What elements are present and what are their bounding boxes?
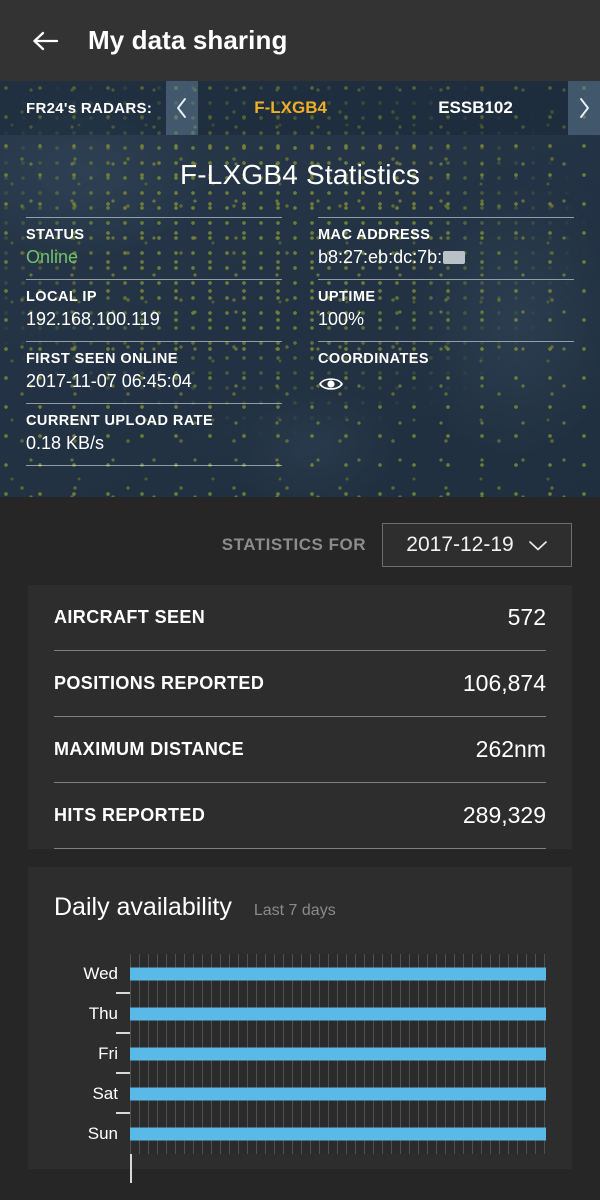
chart-y-tick-label: Sun [87,1124,118,1143]
availability-bar [130,1047,546,1061]
chart-row-sun: Sun [54,1112,546,1154]
chart-plot-area [130,954,546,994]
info-item-coordinates: COORDINATES [318,341,574,407]
info-value-status: Online [26,247,79,267]
stat-label: POSITIONS REPORTED [54,673,265,693]
chart-row-sat: Sat [54,1072,546,1114]
info-key: UPTIME [318,289,376,305]
info-key: FIRST SEEN ONLINE [26,351,178,367]
eye-icon [319,377,343,390]
coordinates-reveal-button[interactable] [318,371,574,396]
arrow-left-icon [33,31,59,50]
page-title: My data sharing [88,25,288,55]
statistics-for-row: STATISTICS FOR 2017-12-19 [0,497,600,567]
back-button[interactable] [24,19,68,63]
chart-plot-area [130,1074,546,1114]
table-row: MAXIMUM DISTANCE 262nm [54,717,546,783]
chart-row-fri: Fri [54,1032,546,1074]
radar-statistics-title: F-LXGB4 Statistics [179,159,421,190]
chart-axis-tick [116,1112,130,1114]
availability-bar [130,1007,546,1021]
radar-tab-next[interactable]: ESSB102 [383,81,568,135]
radar-info-column-right: MAC ADDRESS b8:27:eb:dc:7b: UPTIME 100% … [318,217,574,470]
info-key: LOCAL IP [26,289,98,305]
chart-rows: Wed Thu Fri Sat Sun [54,954,546,1169]
chart-y-tick-label: Wed [83,964,118,983]
radar-hero-section: FR24's RADARS: F-LXGB4 ESSB102 F-LXGB4 S… [0,81,600,497]
app-screen: My data sharing FR24's RADARS: F-LXGB4 E… [0,0,600,1200]
stat-label: MAXIMUM DISTANCE [54,739,245,759]
chevron-down-icon [528,540,547,550]
chart-axis-tick [116,1072,130,1074]
info-item-mac-address: MAC ADDRESS b8:27:eb:dc:7b: [318,217,574,279]
table-row: POSITIONS REPORTED 106,874 [54,651,546,717]
radar-info-column-left: STATUS Online LOCAL IP 192.168.100.119 F… [26,217,282,470]
availability-bar [130,967,546,981]
info-item-current-upload-rate: CURRENT UPLOAD RATE 0.18 KB/s [26,403,282,466]
chart-plot-area [130,1114,546,1154]
info-value-first-seen-online: 2017-11-07 06:45:04 [26,371,192,391]
stat-label: AIRCRAFT SEEN [54,607,206,627]
availability-bar [130,1127,546,1141]
mac-address-text: b8:27:eb:dc:7b: [318,247,443,267]
mac-address-redaction [443,251,466,264]
info-value-mac-address: b8:27:eb:dc:7b: [318,247,574,268]
next-radar-button[interactable] [568,81,600,135]
chart-row-wed: Wed [54,954,546,994]
chart-y-tick-label: Thu [88,1004,118,1023]
chevron-left-icon [177,98,187,118]
info-value-uptime: 100% [318,309,365,329]
chart-plot-area [130,1034,546,1074]
daily-availability-card: Daily availability Last 7 days Wed Thu F… [28,867,572,1183]
statistics-for-label: STATISTICS FOR [221,535,366,554]
chevron-right-icon [580,98,589,118]
stat-value: 106,874 [462,670,546,696]
app-bar: My data sharing [0,0,600,81]
chart-subtitle: Last 7 days [253,902,336,919]
info-value-local-ip: 192.168.100.119 [26,309,160,329]
statistics-date-value: 2017-12-19 [406,533,514,556]
info-key: COORDINATES [318,351,430,367]
radar-strip-label: FR24's RADARS: [26,99,153,117]
radar-details: F-LXGB4 Statistics STATUS Online LOCAL I… [0,159,600,470]
radar-info-grid: STATUS Online LOCAL IP 192.168.100.119 F… [26,217,574,470]
chart-axis-tick [116,1032,130,1034]
chart-y-tick-label: Fri [98,1044,118,1063]
info-item-first-seen-online: FIRST SEEN ONLINE 2017-11-07 06:45:04 [26,341,282,403]
table-row: AIRCRAFT SEEN 572 [54,585,546,651]
info-item-uptime: UPTIME 100% [318,279,574,341]
previous-radar-button[interactable] [166,81,199,135]
chart-y-tick-label: Sat [92,1084,118,1103]
info-item-local-ip: LOCAL IP 192.168.100.119 [26,279,282,341]
stat-value: 572 [507,604,546,630]
info-key: STATUS [26,227,85,243]
availability-chart: Wed Thu Fri Sat Sun [54,954,546,1183]
statistics-date-select[interactable]: 2017-12-19 [382,523,572,567]
chart-axis-tick [116,992,130,994]
daily-statistics-card: AIRCRAFT SEEN 572 POSITIONS REPORTED 106… [28,585,572,849]
radar-selector-strip: FR24's RADARS: F-LXGB4 ESSB102 [0,81,600,135]
chart-row-thu: Thu [54,992,546,1034]
radar-tab-current[interactable]: F-LXGB4 [198,81,383,135]
chart-header: Daily availability Last 7 days [54,893,546,922]
info-key: MAC ADDRESS [318,227,431,243]
chart-plot-area [130,994,546,1034]
info-key: CURRENT UPLOAD RATE [26,413,214,429]
stat-label: HITS REPORTED [54,805,206,825]
table-row: HITS REPORTED 289,329 [54,783,546,849]
info-item-status: STATUS Online [26,217,282,279]
info-value-current-upload-rate: 0.18 KB/s [26,433,105,453]
stat-value: 262nm [475,736,546,762]
stat-value: 289,329 [462,802,546,828]
chart-title: Daily availability [54,893,232,921]
availability-bar [130,1087,546,1101]
